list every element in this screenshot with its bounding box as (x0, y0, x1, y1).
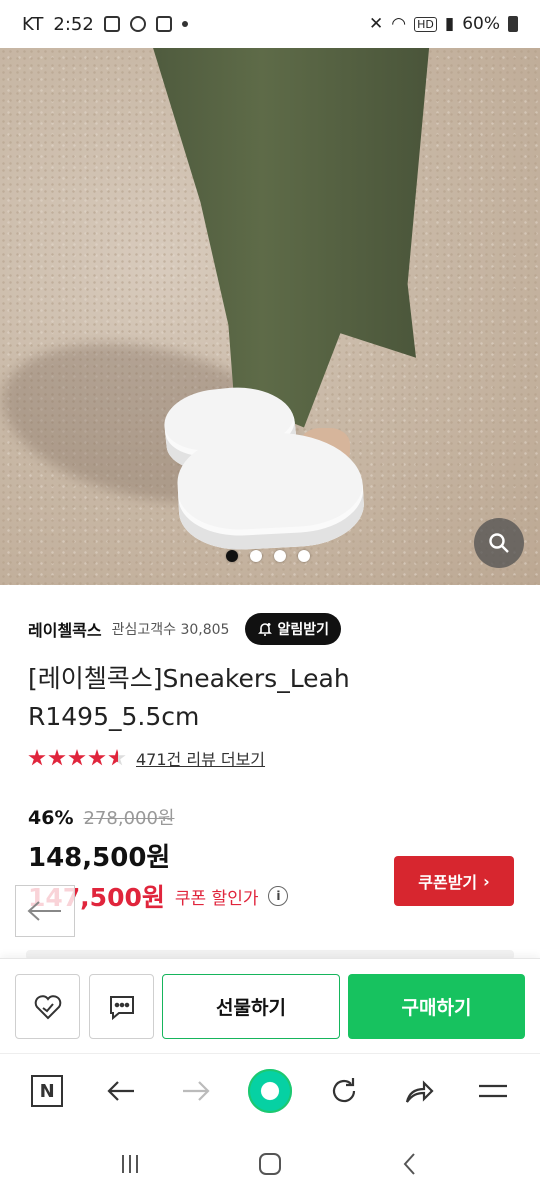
share-icon (405, 1080, 434, 1103)
reload-button[interactable] (316, 1063, 372, 1119)
fans-count: 관심고객수 30,805 (111, 622, 230, 638)
wifi-icon: ◠ (391, 14, 407, 34)
reload-icon (333, 1078, 356, 1103)
star-icon (28, 749, 46, 766)
naver-n-icon: N (31, 1075, 64, 1107)
home-icon[interactable] (255, 1149, 285, 1179)
back-icon[interactable] (395, 1149, 425, 1179)
app-icon (155, 16, 172, 32)
bell-plus-icon (258, 623, 273, 636)
carousel-dot[interactable] (274, 550, 286, 562)
sale-price: 148,500원 (28, 843, 171, 873)
info-icon[interactable]: i (268, 886, 289, 906)
arrow-left-icon (107, 1081, 135, 1101)
hamburger-icon (478, 1084, 507, 1098)
time-label: 2:52 (53, 13, 94, 35)
browser-home-button[interactable]: N (19, 1063, 75, 1119)
star-half-icon (108, 749, 126, 766)
browser-forward-button[interactable] (168, 1063, 224, 1119)
product-image[interactable] (0, 48, 540, 585)
purchase-bar: 선물하기 구매하기 (0, 958, 540, 1053)
coupon-label: 쿠폰 할인가 (174, 888, 259, 909)
recent-apps-icon[interactable] (115, 1149, 145, 1179)
star-icon (68, 749, 86, 766)
purchase-button[interactable]: 구매하기 (348, 974, 525, 1039)
carousel-dot[interactable] (226, 550, 238, 562)
discount-row: 46% 278,000원 (28, 804, 174, 830)
green-dot-button[interactable] (242, 1063, 298, 1119)
original-price: 278,000원 (83, 808, 175, 829)
carousel-dot[interactable] (298, 550, 310, 562)
share-button[interactable] (391, 1063, 447, 1119)
product-title: [레이첼콕스]Sneakers_Leah R1495_5.5cm (28, 664, 350, 731)
alarm-button[interactable]: 알림받기 (245, 613, 341, 645)
hd-icon: HD (414, 16, 437, 32)
star-icon (48, 749, 66, 766)
more-notifications-icon (181, 21, 188, 27)
arrow-left-icon (27, 901, 61, 921)
star-rating (28, 749, 126, 767)
browser-back-button[interactable] (93, 1063, 149, 1119)
coupon-button[interactable]: 쿠폰받기 › (394, 856, 514, 906)
review-link[interactable]: 471건 리뷰 더보기 (136, 746, 265, 770)
floating-back-button[interactable] (15, 885, 75, 937)
search-icon (489, 533, 509, 553)
carrier-label: KT (22, 13, 44, 35)
battery-icon (508, 16, 518, 32)
status-bar: KT 2:52 ✕ ◠ HD ▮ 60% (0, 0, 540, 48)
menu-button[interactable] (465, 1063, 521, 1119)
notification-icon (129, 16, 146, 32)
carousel-indicator (226, 550, 310, 562)
rating-row: 471건 리뷰 더보기 (28, 746, 265, 770)
heart-icon (34, 994, 61, 1019)
like-button[interactable] (15, 974, 80, 1039)
system-nav-bar (0, 1128, 540, 1200)
store-row: 레이첼콕스 관심고객수 30,805 알림받기 (28, 613, 341, 645)
coupon-button-label: 쿠폰받기 (418, 873, 478, 892)
zoom-button[interactable] (474, 518, 524, 568)
talk-button[interactable] (89, 974, 154, 1039)
battery-label: 60% (462, 14, 500, 34)
gallery-icon (103, 16, 120, 32)
chat-icon (109, 995, 134, 1020)
arrow-right-icon (182, 1081, 210, 1101)
store-name[interactable]: 레이첼콕스 (28, 617, 102, 641)
browser-toolbar: N (0, 1053, 540, 1128)
star-icon (88, 749, 106, 766)
mute-icon: ✕ (369, 14, 384, 34)
alarm-label: 알림받기 (277, 622, 329, 638)
gift-button[interactable]: 선물하기 (162, 974, 340, 1039)
discount-percent: 46% (28, 807, 74, 829)
green-dot-icon (247, 1069, 292, 1113)
carousel-dot[interactable] (250, 550, 262, 562)
chevron-right-icon: › (483, 871, 490, 891)
signal-icon: ▮ (444, 14, 455, 34)
